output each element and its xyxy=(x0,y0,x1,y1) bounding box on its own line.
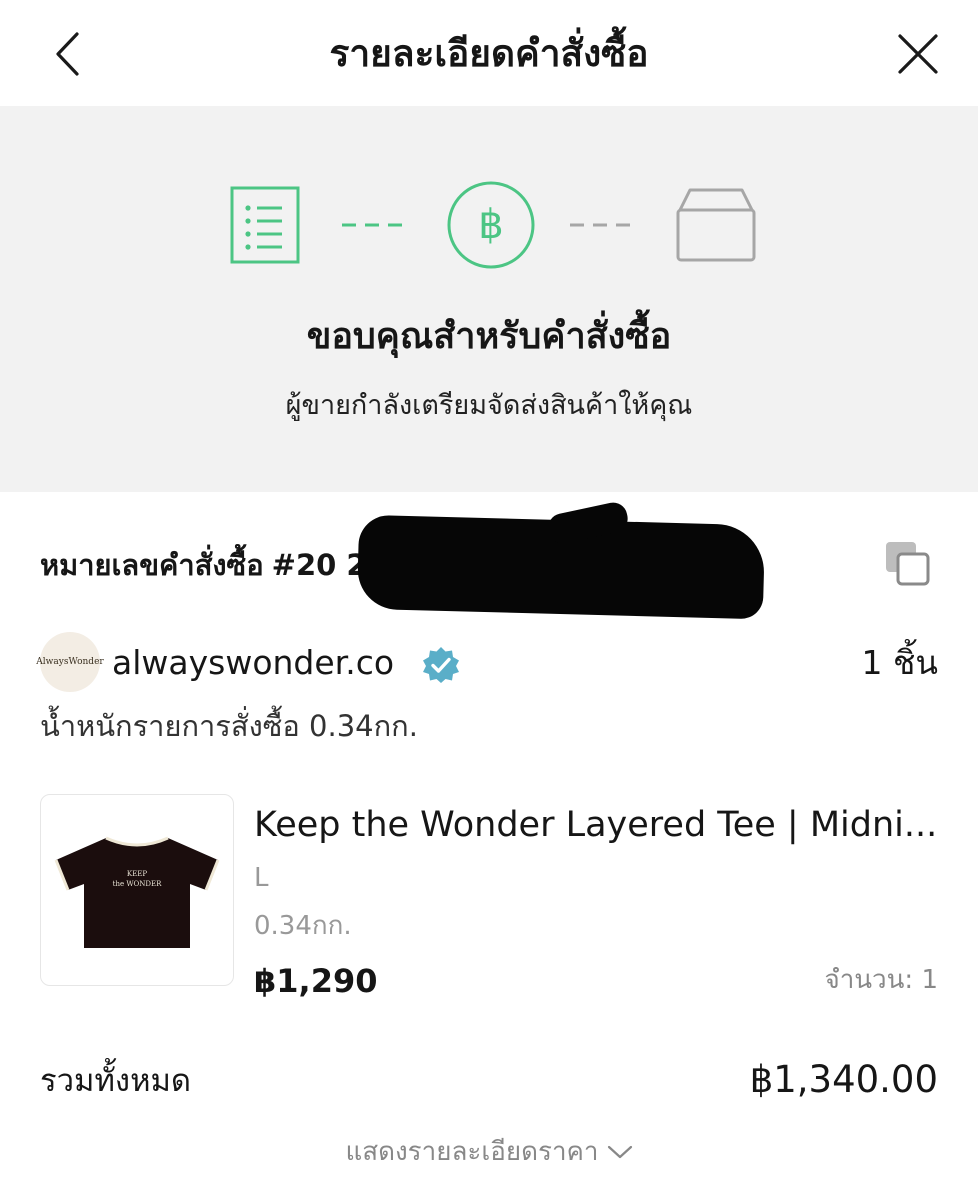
thank-you-heading: ขอบคุณสำหรับคำสั่งซื้อ xyxy=(306,316,672,357)
product-variant: L xyxy=(254,863,269,893)
product-price: ฿1,290 xyxy=(254,962,378,1000)
product-weight: 0.34กก. xyxy=(254,911,352,941)
tshirt-image: KEEP the WONDER xyxy=(54,836,220,948)
shop-avatar: AlwaysWonder xyxy=(36,632,104,692)
verified-badge-icon xyxy=(423,647,459,683)
show-price-details-button[interactable]: แสดงรายละเอียดราคา xyxy=(0,1132,978,1172)
progress-connector xyxy=(570,223,630,227)
shipping-box-icon xyxy=(676,188,756,262)
progress-connector xyxy=(342,223,402,227)
shop-name: alwayswonder.co xyxy=(112,643,395,682)
shop-row[interactable]: AlwaysWonder alwayswonder.co 1 ชิ้น xyxy=(36,632,938,694)
order-number-label: หมายเลขคำสั่งซื้อ xyxy=(40,548,264,582)
copy-icon xyxy=(886,542,930,586)
product-image[interactable]: KEEP the WONDER xyxy=(40,794,234,986)
page-title: รายละเอียดคำสั่งซื้อ xyxy=(329,32,649,75)
copy-button[interactable] xyxy=(884,540,932,588)
product-name[interactable]: Keep the Wonder Layered Tee | Midni... xyxy=(254,800,938,850)
product-quantity: จำนวน: 1 xyxy=(824,965,938,995)
order-list-icon xyxy=(230,186,300,264)
baht-payment-icon: ฿ xyxy=(447,181,535,269)
back-button[interactable] xyxy=(44,22,92,86)
order-status-panel xyxy=(0,106,978,492)
show-price-details-label: แสดงรายละเอียดราคา xyxy=(345,1137,599,1167)
chevron-left-icon xyxy=(56,32,79,76)
item-count: 1 ชิ้น xyxy=(861,643,938,682)
total-label: รวมทั้งหมด xyxy=(40,1063,192,1099)
chevron-down-icon xyxy=(607,1145,632,1159)
close-button[interactable] xyxy=(890,26,946,82)
close-icon xyxy=(898,34,938,74)
top-bar: รายละเอียดคำสั่งซื้อ xyxy=(0,0,978,106)
status-message: ผู้ขายกำลังเตรียมจัดส่งสินค้าให้คุณ xyxy=(285,390,693,421)
order-number-row: หมายเลขคำสั่งซื้อ #20 249 xyxy=(40,540,407,590)
shirt-print-line-2: the WONDER xyxy=(113,880,162,888)
total-value: ฿1,340.00 xyxy=(749,1058,938,1101)
order-weight: น้ำหนักรายการสั่งซื้อ 0.34กก. xyxy=(40,709,418,743)
shirt-print-line-1: KEEP xyxy=(127,870,147,878)
svg-text:฿: ฿ xyxy=(478,202,503,248)
